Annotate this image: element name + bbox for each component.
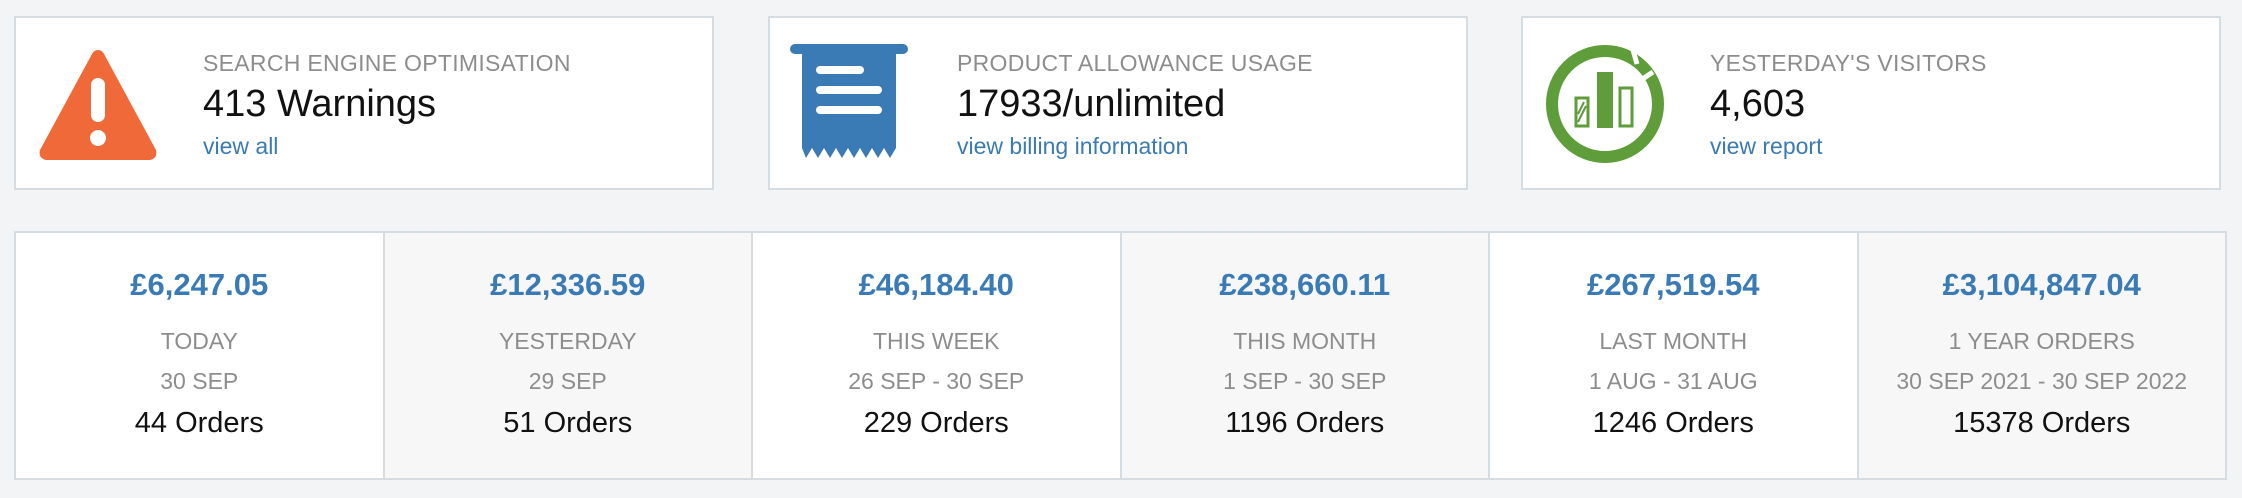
stat-period: Yesterday [498, 328, 637, 354]
card-label: Yesterday's Visitors [1710, 50, 1987, 76]
stat-orders: 44 Orders [134, 407, 264, 439]
stat-orders: 229 Orders [863, 407, 1009, 439]
stat-amount: £46,184.40 [858, 267, 1014, 302]
stat-amount: £238,660.11 [1219, 267, 1391, 302]
stat-yesterday: £12,336.59 Yesterday 29 SEP 51 Orders [384, 233, 753, 478]
view-billing-information-link[interactable]: view billing information [957, 130, 1188, 162]
stat-period: This Week [872, 328, 1000, 354]
stat-dates: 1 AUG - 31 AUG [1588, 368, 1758, 394]
card-label: Product Allowance Usage [957, 50, 1313, 76]
stat-orders: 15378 Orders [1953, 407, 2131, 439]
stat-this-week: £46,184.40 This Week 26 SEP - 30 SEP 229… [753, 233, 1122, 478]
stat-orders: 51 Orders [503, 407, 633, 439]
warning-triangle-icon [36, 42, 160, 166]
view-all-link[interactable]: view all [203, 130, 278, 162]
card-label: Search Engine Optimisation [203, 50, 571, 76]
stat-amount: £12,336.59 [490, 267, 646, 302]
warnings-count: 413 Warnings [203, 83, 437, 125]
stat-orders: 1246 Orders [1592, 407, 1754, 439]
stat-one-year: £3,104,847.04 1 Year Orders 30 SEP 2021 … [1858, 233, 2225, 478]
stat-this-month: £238,660.11 This Month 1 SEP - 30 SEP 11… [1121, 233, 1490, 478]
stat-orders: 1196 Orders [1225, 407, 1385, 439]
stat-today: £6,247.05 Today 30 SEP 44 Orders [16, 233, 385, 478]
stat-amount: £267,519.54 [1587, 267, 1760, 302]
sales-stats-panel: £6,247.05 Today 30 SEP 44 Orders £12,336… [14, 231, 2227, 480]
analytics-chart-icon [1543, 42, 1667, 166]
stat-period: Today [160, 328, 238, 354]
view-report-link[interactable]: view report [1710, 130, 1822, 162]
stat-dates: 30 SEP [160, 368, 239, 394]
visitors-card: Yesterday's Visitors 4,603 view report [1521, 16, 2221, 190]
product-allowance-card: Product Allowance Usage 17933/unlimited … [768, 16, 1468, 190]
stat-dates: 26 SEP - 30 SEP [848, 368, 1025, 394]
visitors-count: 4,603 [1710, 83, 1806, 125]
stat-period: This Month [1233, 328, 1377, 354]
stat-period: Last Month [1599, 328, 1748, 354]
seo-warnings-card: Search Engine Optimisation 413 Warnings … [14, 16, 714, 190]
stat-dates: 1 SEP - 30 SEP [1223, 368, 1387, 394]
stat-dates: 29 SEP [528, 368, 607, 394]
stat-amount: £3,104,847.04 [1942, 267, 2141, 302]
receipt-icon [790, 42, 914, 166]
stat-period: 1 Year Orders [1948, 328, 2135, 354]
stat-last-month: £267,519.54 Last Month 1 AUG - 31 AUG 12… [1490, 233, 1859, 478]
stat-amount: £6,247.05 [130, 267, 269, 302]
stat-dates: 30 SEP 2021 - 30 SEP 2022 [1896, 368, 2188, 394]
allowance-usage-value: 17933/unlimited [957, 83, 1226, 125]
